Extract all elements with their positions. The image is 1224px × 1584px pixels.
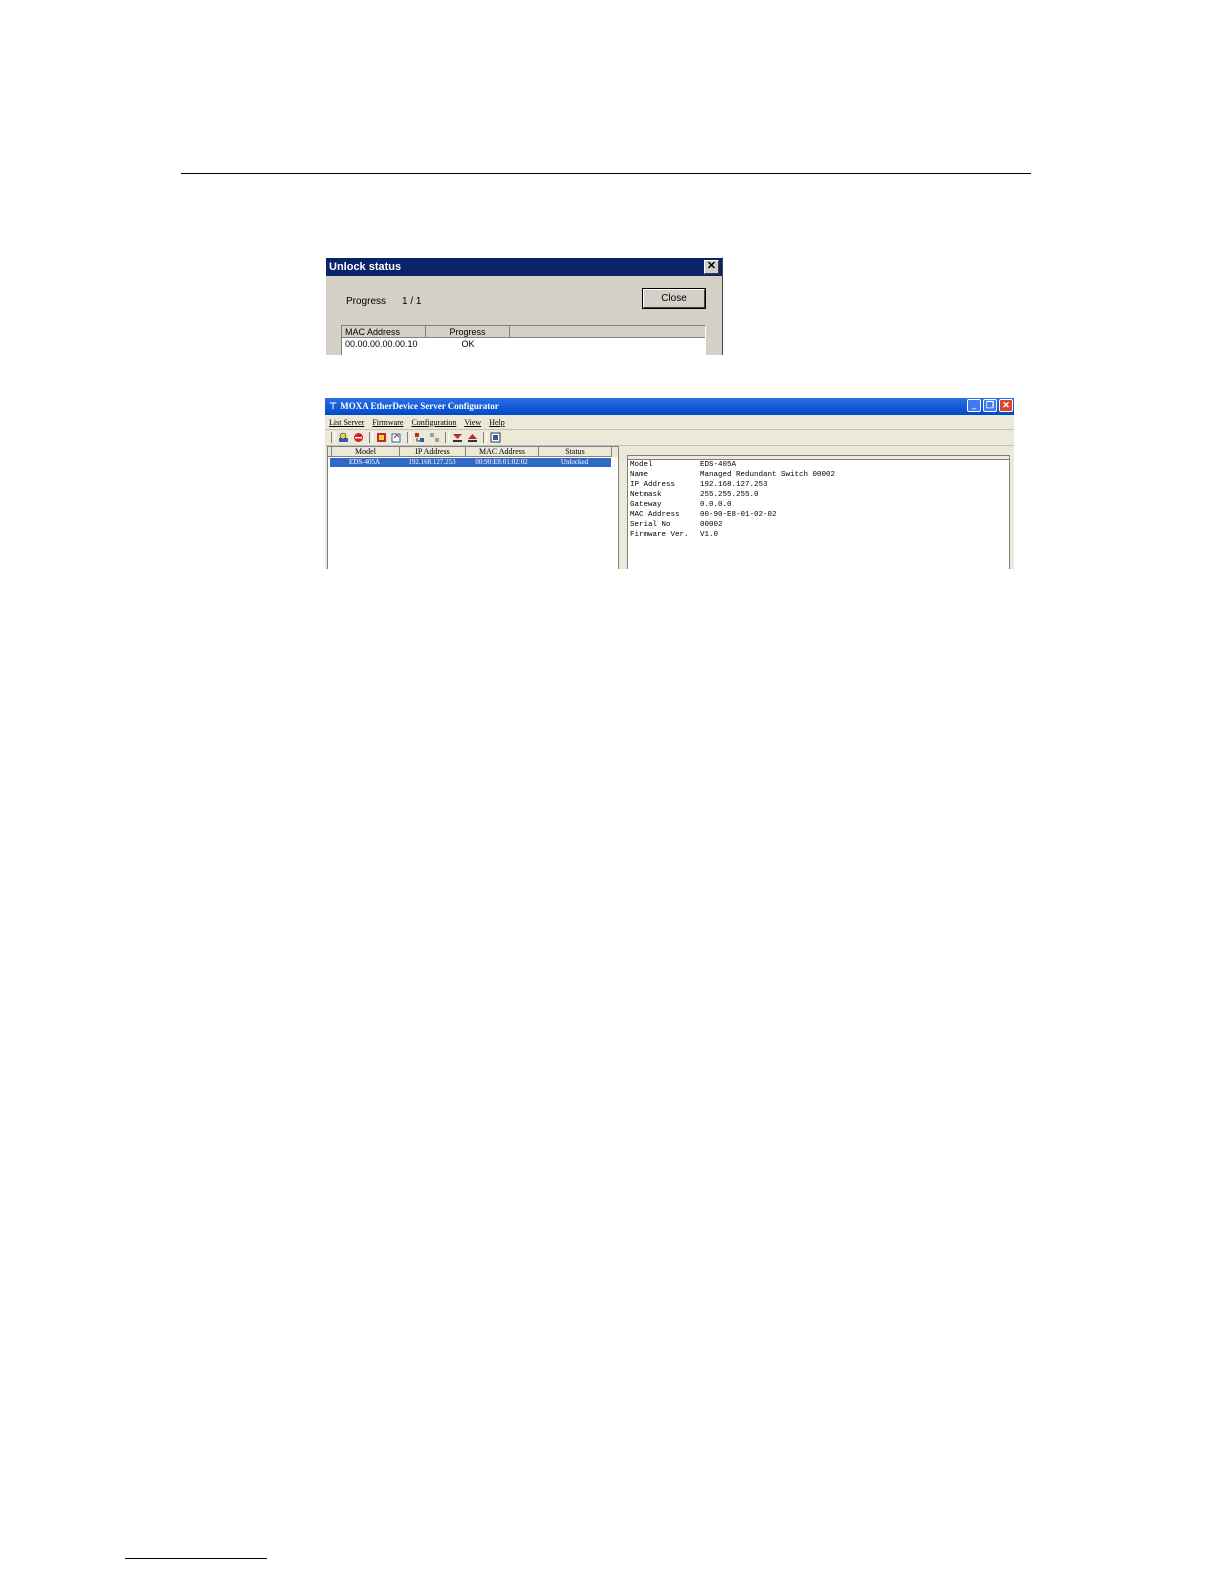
row-progress: OK: [461, 339, 475, 349]
info-key: IP Address: [630, 481, 676, 489]
info-value: 00-90-E8-01-02-02: [700, 511, 777, 519]
upgrade-firmware-icon[interactable]: [375, 431, 388, 444]
progress-label: Progress: [346, 296, 387, 307]
app-titlebar: ⊤ MOXA EtherDevice Server Configurator _…: [325, 398, 1014, 415]
info-row-netmask: Netmask 255.255.255.0: [628, 490, 1009, 500]
info-value: Managed Redundant Switch 00002: [700, 471, 836, 479]
menu-view[interactable]: View: [464, 418, 481, 427]
info-row-model: Model EDS-405A: [628, 460, 1009, 470]
column-mac-address[interactable]: MAC Address: [342, 326, 426, 338]
cell-mac-address: 00:90:E8:01:02:02: [475, 458, 528, 466]
import-icon[interactable]: [428, 431, 441, 444]
dialog-titlebar: Unlock status ✕: [326, 258, 722, 276]
info-row-serial-no: Serial No 00002: [628, 520, 1009, 530]
minimize-button[interactable]: _: [967, 399, 981, 412]
menu-firmware[interactable]: Firmware: [372, 418, 403, 427]
server-list-header: Model IP Address MAC Address Status: [328, 447, 618, 457]
info-value: 192.168.127.253: [700, 481, 768, 489]
window-close-button[interactable]: ✕: [999, 399, 1013, 412]
menu-bar: List Server Firmware Configuration View …: [325, 415, 1014, 429]
about-icon[interactable]: [489, 431, 502, 444]
lock-icon[interactable]: [466, 431, 479, 444]
column-ip-address[interactable]: IP Address: [400, 447, 466, 457]
toolbar-separator: [331, 432, 335, 443]
column-model[interactable]: Model: [332, 447, 400, 457]
app-title: MOXA EtherDevice Server Configurator: [340, 401, 499, 411]
table-row-selected[interactable]: EDS-405A 192.168.127.253 00:90:E8:01:02:…: [330, 458, 611, 467]
cell-model: EDS-405A: [348, 458, 381, 466]
server-list[interactable]: Model IP Address MAC Address Status EDS-…: [327, 446, 619, 569]
row-mac-address: 00.00.00.00.00.10: [345, 339, 418, 349]
info-value: V1.0: [700, 531, 719, 539]
info-key: Firmware Ver.: [630, 531, 689, 539]
info-key: Gateway: [630, 501, 662, 509]
info-row-gateway: Gateway 0.0.0.0: [628, 500, 1009, 510]
info-value: 255.255.255.0: [700, 491, 759, 499]
info-key: Serial No: [630, 521, 671, 529]
unlock-icon[interactable]: [451, 431, 464, 444]
cell-status: Unlocked: [560, 458, 589, 466]
info-value: 00002: [700, 521, 723, 529]
info-key: MAC Address: [630, 511, 680, 519]
dialog-close-x-button[interactable]: ✕: [704, 260, 719, 274]
column-mac-address[interactable]: MAC Address: [466, 447, 539, 457]
info-row-firmware-ver: Firmware Ver. V1.0: [628, 530, 1009, 540]
dialog-title: Unlock status: [329, 261, 402, 273]
search-server-icon[interactable]: [337, 431, 350, 444]
list-header: MAC Address Progress: [342, 326, 705, 338]
stop-search-icon[interactable]: [352, 431, 365, 444]
column-status[interactable]: Status: [539, 447, 612, 457]
info-value: EDS-405A: [700, 461, 737, 469]
toolbar-separator: [407, 432, 411, 443]
close-button[interactable]: Close: [642, 288, 706, 309]
column-progress[interactable]: Progress: [426, 326, 510, 338]
page-header-rule: [181, 173, 1031, 174]
moxa-app-icon: ⊤: [329, 401, 337, 411]
info-row-mac-address: MAC Address 00-90-E8-01-02-02: [628, 510, 1009, 520]
column-filler: [510, 326, 705, 338]
info-row-ip-address: IP Address 192.168.127.253: [628, 480, 1009, 490]
export-icon[interactable]: [413, 431, 426, 444]
toolbar-separator: [369, 432, 373, 443]
menu-list-server[interactable]: List Server: [329, 418, 364, 427]
unlock-status-dialog: Unlock status ✕ Progress 1 / 1 Close MAC…: [325, 257, 723, 355]
cell-ip-address: 192.168.127.253: [408, 458, 456, 466]
info-key: Name: [630, 471, 649, 479]
info-value: 0.0.0.0: [700, 501, 732, 509]
list-item[interactable]: 00.00.00.00.00.10 OK: [342, 338, 705, 351]
progress-value: 1 / 1: [402, 296, 422, 307]
menu-configuration[interactable]: Configuration: [411, 418, 456, 427]
info-key: Model: [630, 461, 653, 469]
toolbar-separator: [445, 432, 449, 443]
info-key: Netmask: [630, 491, 662, 499]
restore-button[interactable]: ❐: [983, 399, 997, 412]
menu-help[interactable]: Help: [489, 418, 505, 427]
info-row-name: Name Managed Redundant Switch 00002: [628, 470, 1009, 480]
device-info-panel: Model EDS-405A Name Managed Redundant Swit…: [627, 455, 1010, 569]
toolbar-separator: [483, 432, 487, 443]
footnote-rule: [125, 1558, 267, 1559]
configure-icon[interactable]: [390, 431, 403, 444]
unlock-results-list[interactable]: MAC Address Progress 00.00.00.00.00.10 O…: [341, 325, 706, 355]
configurator-window: ⊤ MOXA EtherDevice Server Configurator _…: [325, 398, 1014, 569]
toolbar: [325, 429, 1014, 446]
